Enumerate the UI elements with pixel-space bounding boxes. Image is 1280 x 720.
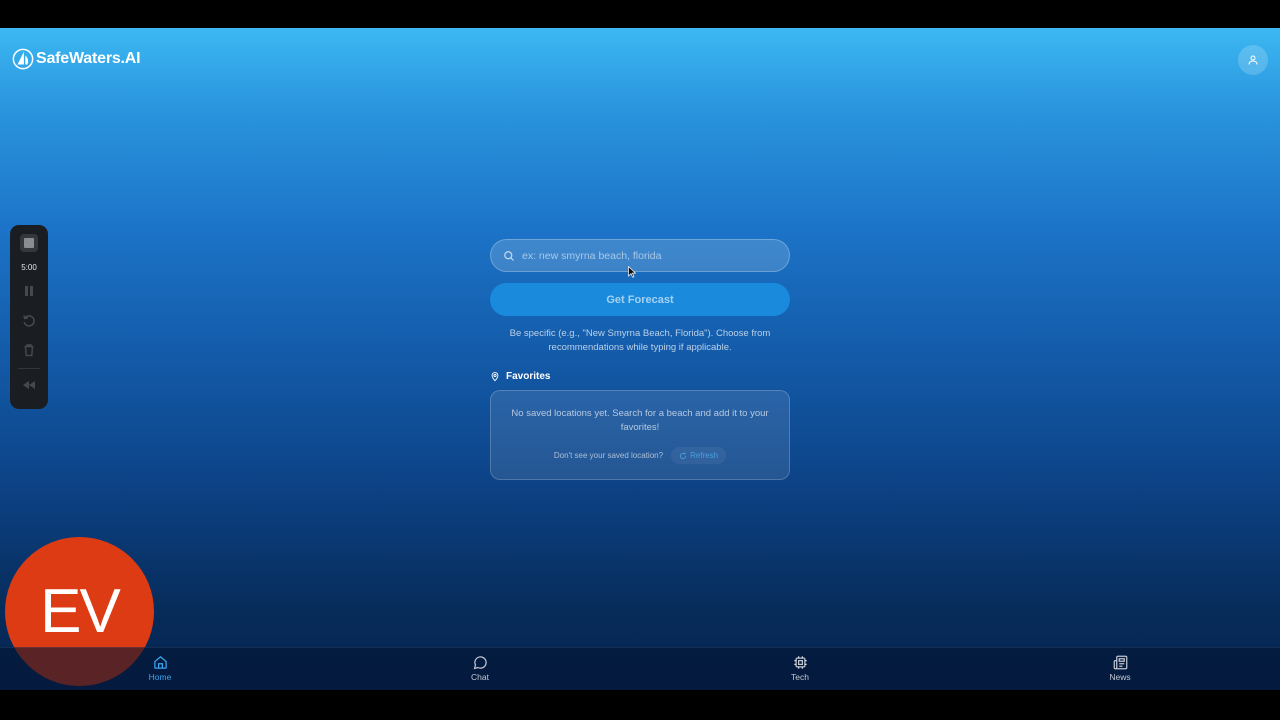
user-icon xyxy=(1248,55,1258,65)
bottom-navigation: Home Chat Tech News xyxy=(0,647,1280,690)
mouse-cursor-icon xyxy=(628,266,636,278)
nav-label-chat: Chat xyxy=(471,672,489,682)
nav-label-tech: Tech xyxy=(791,672,809,682)
favorites-title: Favorites xyxy=(506,371,551,382)
chip-icon xyxy=(793,656,807,669)
restart-icon[interactable] xyxy=(22,314,36,328)
favorites-empty-message: No saved locations yet. Search for a bea… xyxy=(511,408,769,433)
home-icon xyxy=(153,656,167,669)
nav-item-tech[interactable]: Tech xyxy=(770,655,830,682)
search-icon xyxy=(504,250,514,261)
nav-label-home: Home xyxy=(148,672,172,682)
favorites-box: No saved locations yet. Search for a bea… xyxy=(490,390,790,480)
forecast-panel: Get Forecast Be specific (e.g., "New Smy… xyxy=(490,239,790,480)
brand-logo[interactable]: SafeWaters.AI xyxy=(12,48,141,70)
map-pin-icon xyxy=(491,372,499,382)
brand-name: SafeWaters.AI xyxy=(36,50,141,67)
screen-recorder-toolbar: 5:00 xyxy=(10,225,48,409)
nav-label-news: News xyxy=(1109,672,1131,682)
recording-timer: 5:00 xyxy=(21,263,37,272)
sail-logo-icon xyxy=(12,48,34,70)
rewind-icon[interactable] xyxy=(22,378,36,392)
nav-item-home[interactable]: Home xyxy=(130,655,190,682)
favorites-header: Favorites xyxy=(490,371,790,382)
location-search-input[interactable] xyxy=(522,249,789,262)
search-bar[interactable] xyxy=(490,239,790,272)
favorites-refresh-row: Don't see your saved location? Refresh xyxy=(491,447,789,464)
stop-icon xyxy=(24,238,34,248)
app-screen: SafeWaters.AI Get Forecast Be specific (… xyxy=(0,28,1280,690)
get-forecast-button[interactable]: Get Forecast xyxy=(490,283,790,316)
nav-item-news[interactable]: News xyxy=(1090,655,1150,682)
chat-icon xyxy=(473,656,487,670)
user-profile-button[interactable] xyxy=(1238,45,1268,75)
nav-item-chat[interactable]: Chat xyxy=(450,655,510,682)
search-hint-text: Be specific (e.g., "New Smyrna Beach, Fl… xyxy=(509,328,771,353)
missing-location-prompt: Don't see your saved location? xyxy=(553,451,664,460)
refresh-button[interactable]: Refresh xyxy=(671,447,727,464)
recorder-divider xyxy=(18,368,40,369)
refresh-icon xyxy=(680,452,687,459)
refresh-label: Refresh xyxy=(690,451,719,460)
record-stop-button[interactable] xyxy=(20,234,38,252)
pause-icon[interactable] xyxy=(22,284,36,298)
newspaper-icon xyxy=(1113,655,1127,670)
trash-icon[interactable] xyxy=(22,343,36,357)
